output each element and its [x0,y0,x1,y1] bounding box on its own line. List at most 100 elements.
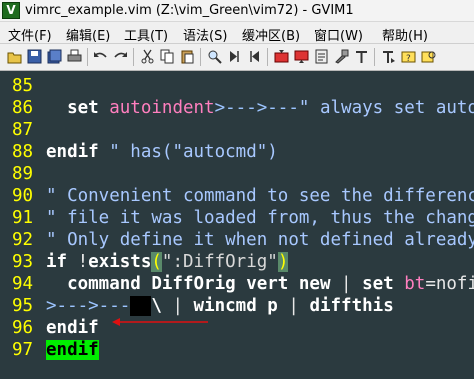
code-token: wincmd p [193,296,278,316]
line-text: if !exists(":DiffOrig") [46,251,289,273]
menu-help[interactable]: 帮助(H) [382,25,428,44]
toolbar-separator [200,48,201,66]
code-token: | [277,296,310,316]
jump-tag-icon[interactable] [381,49,396,64]
code-token: ( [151,252,162,272]
code-line[interactable]: 92 " Only define it when not defined alre… [0,229,474,251]
line-text: endif " has("autocmd") [46,141,278,163]
code-line[interactable]: 95 >--->--- \ | wincmd p | diffthis [0,295,474,317]
code-token: | [330,274,363,294]
line-text: " file it was loaded from, thus the chan… [46,207,474,229]
editor-area[interactable]: 85 86 set autoindent>--->---" always set … [0,71,474,379]
code-token: " Convenient command to see the differen… [46,186,474,206]
line-number: 95 [12,296,34,316]
toolbar-separator [133,48,134,66]
code-line[interactable]: 86 set autoindent>--->---" always set au… [0,97,474,119]
code-line[interactable]: 97 endif [0,339,474,361]
open-icon[interactable] [7,49,22,64]
code-token: " has("autocmd") [109,142,278,162]
toolbar: ? [0,44,474,71]
vim-icon: V [2,2,20,19]
find-prev-icon[interactable] [247,49,262,64]
code-token: endif [46,142,99,162]
code-token: exists [88,252,152,272]
code-token: endif [46,340,99,360]
line-number: 93 [12,252,34,272]
help-icon[interactable]: ? [401,49,416,64]
code-token: set [362,274,394,294]
line-number: 87 [12,120,34,140]
code-line[interactable]: 96 endif [0,317,474,339]
line-number: 88 [12,142,34,162]
redo-icon[interactable] [113,49,128,64]
code-token: " file it was loaded from, thus the chan… [46,208,474,228]
line-text: endif [46,317,99,339]
code-line[interactable]: 89 [0,163,474,185]
toolbar-separator [267,48,268,66]
menu-edit[interactable]: 编辑(E) [66,25,110,44]
save-session-icon[interactable] [294,49,309,64]
code-token: >--->--- [46,296,131,316]
line-number: 92 [12,230,34,250]
code-token: " always set auto [298,98,474,118]
code-line[interactable]: 85 [0,75,474,97]
code-token: " Only define it when not defined alread… [46,230,474,250]
code-line[interactable]: 91 " file it was loaded from, thus the ch… [0,207,474,229]
line-number: 86 [12,98,34,118]
find-next-icon[interactable] [227,49,242,64]
toolbar-separator [87,48,88,66]
code-token: diffthis [309,296,394,316]
code-line[interactable]: 87 [0,119,474,141]
print-icon[interactable] [67,49,82,64]
menu-bar: 文件(F) 编辑(E) 工具(T) 语法(S) 缓冲区(B) 窗口(W) 帮助(… [0,22,474,44]
code-line[interactable]: 90 " Convenient command to see the differ… [0,185,474,207]
code-token: ":DiffOrig" [161,252,278,272]
menu-tools[interactable]: 工具(T) [124,25,168,44]
code-token: bt [404,274,426,294]
menu-syntax[interactable]: 语法(S) [183,25,227,44]
code-token: autoindent [109,98,215,118]
line-number: 96 [12,318,34,338]
find-help-icon[interactable] [421,49,436,64]
code-token: \ [151,296,162,316]
code-token: command DiffOrig vert new [67,274,331,294]
copy-icon[interactable] [160,49,175,64]
code-line[interactable]: 94 command DiffOrig vert new | set bt=no… [0,273,474,295]
load-session-icon[interactable] [274,49,289,64]
line-text: command DiffOrig vert new | set bt=nofi [46,273,474,295]
menu-buffers[interactable]: 缓冲区(B) [242,25,300,44]
code-token: >--->--- [214,98,299,118]
paste-icon[interactable] [180,49,195,64]
code-token: ) [277,252,289,272]
line-number: 89 [12,164,34,184]
find-replace-icon[interactable] [207,49,222,64]
line-number: 91 [12,208,34,228]
save-all-icon[interactable] [47,49,62,64]
line-number: 85 [12,76,34,96]
code-line[interactable]: 93 if !exists(":DiffOrig") [0,251,474,273]
ctags-icon[interactable] [354,49,369,64]
toolbar-separator [374,48,375,66]
undo-icon[interactable] [93,49,108,64]
make-icon[interactable] [334,49,349,64]
code-line[interactable]: 88 endif " has("autocmd") [0,141,474,163]
cut-icon[interactable] [140,49,155,64]
line-number: 90 [12,186,34,206]
code-token: =nofi [425,274,474,294]
menu-file[interactable]: 文件(F) [8,25,52,44]
window-title: vimrc_example.vim (Z:\vim_Green\vim72) -… [25,3,354,18]
title-bar: V vimrc_example.vim (Z:\vim_Green\vim72)… [0,0,474,22]
code-token: if [46,252,68,272]
code-token: ! [67,252,89,272]
code-token [130,296,152,316]
menu-window[interactable]: 窗口(W) [314,25,363,44]
save-icon[interactable] [27,49,42,64]
run-script-icon[interactable] [314,49,329,64]
line-text: " Convenient command to see the differen… [46,185,474,207]
code-token: set [67,98,99,118]
code-token: | [161,296,194,316]
